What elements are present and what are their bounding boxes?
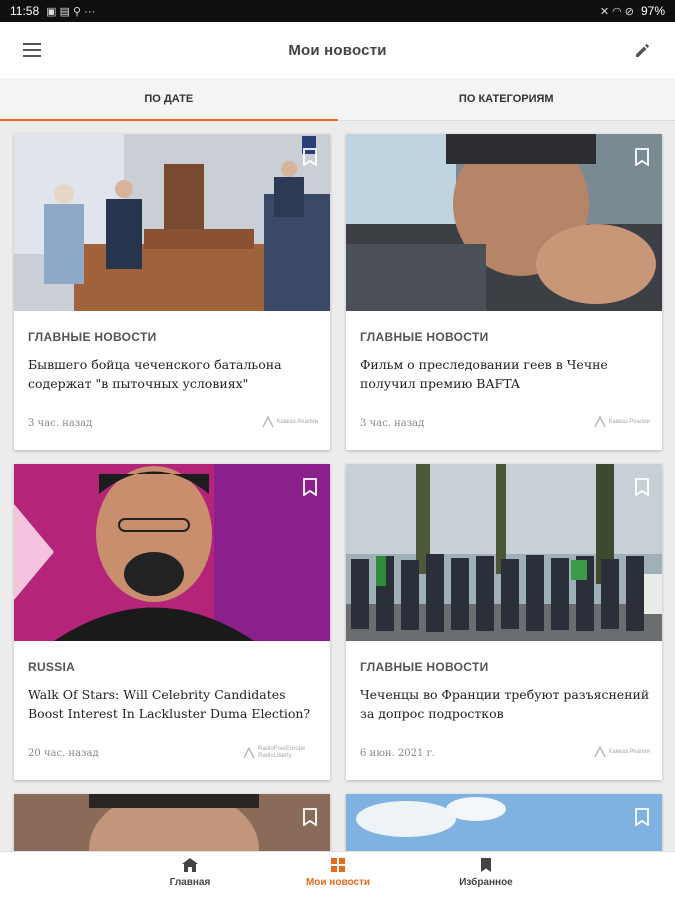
news-headline: Бывшего бойца чеченского батальона содер… — [28, 355, 318, 393]
nav-favorites[interactable]: Избранное — [431, 858, 541, 888]
bookmark-icon[interactable] — [302, 808, 318, 826]
source-logo-icon — [594, 416, 606, 428]
bottom-navigation: Главная Мои новости Избранное — [0, 851, 675, 901]
source-logo-icon — [262, 416, 274, 428]
tab-bar: ПО ДАТЕ ПО КАТЕГОРИЯМ — [0, 78, 675, 121]
source-logo: Кавказ.Реалии — [594, 746, 650, 758]
news-card[interactable]: ГЛАВНЫЕ НОВОСТИ Фильм о преследовании ге… — [346, 134, 662, 450]
grid-icon — [331, 858, 345, 872]
bookmark-icon — [480, 858, 492, 872]
bookmark-icon[interactable] — [302, 478, 318, 496]
bookmark-icon[interactable] — [634, 478, 650, 496]
news-card[interactable]: RUSSIA Walk Of Stars: Will Celebrity Can… — [14, 464, 330, 780]
source-logo: Кавказ.Реалии — [262, 416, 318, 428]
news-image — [14, 794, 330, 854]
nav-home[interactable]: Главная — [135, 858, 245, 888]
source-logo: RadioFreeEurope RadioLiberty — [243, 746, 318, 760]
news-headline: Чеченцы во Франции требуют разъяснений з… — [360, 685, 650, 723]
news-headline: Walk Of Stars: Will Celebrity Candidates… — [28, 685, 318, 723]
source-logo-icon — [594, 746, 606, 758]
news-time: 6 июн. 2021 г. — [360, 748, 435, 759]
edit-icon[interactable] — [631, 38, 655, 62]
news-category: ГЛАВНЫЕ НОВОСТИ — [360, 660, 489, 674]
bookmark-icon[interactable] — [634, 148, 650, 166]
tab-by-date[interactable]: ПО ДАТЕ — [0, 78, 338, 120]
news-image — [14, 134, 330, 311]
news-category: ГЛАВНЫЕ НОВОСТИ — [28, 330, 157, 344]
news-grid: ГЛАВНЫЕ НОВОСТИ Бывшего бойца чеченского… — [14, 134, 662, 854]
bookmark-icon[interactable] — [302, 148, 318, 166]
news-headline: Фильм о преследовании геев в Чечне получ… — [360, 355, 650, 393]
news-image — [346, 134, 662, 311]
home-icon — [182, 858, 198, 872]
news-time: 3 час. назад — [360, 418, 424, 429]
source-logo-icon — [243, 747, 255, 759]
app-bar: Мои новости — [0, 22, 675, 78]
news-card[interactable]: ГЛАВНЫЕ НОВОСТИ Бывшего бойца чеченского… — [14, 134, 330, 450]
menu-icon[interactable] — [20, 38, 44, 62]
news-image — [346, 794, 662, 854]
nav-my-news[interactable]: Мои новости — [283, 858, 393, 888]
news-card[interactable] — [346, 794, 662, 854]
notification-icons: ▣ ▤ ⚲ ··· — [46, 5, 95, 18]
status-bar: 11:58 ▣ ▤ ⚲ ··· ✕ ◠ ⊘ 97% — [0, 0, 675, 22]
news-time: 20 час. назад — [28, 748, 99, 759]
bookmark-icon[interactable] — [634, 808, 650, 826]
battery-level: 97% — [641, 4, 665, 18]
news-card[interactable]: ГЛАВНЫЕ НОВОСТИ Чеченцы во Франции требу… — [346, 464, 662, 780]
news-time: 3 час. назад — [28, 418, 92, 429]
news-category: ГЛАВНЫЕ НОВОСТИ — [360, 330, 489, 344]
status-time: 11:58 — [10, 4, 39, 18]
tab-by-category[interactable]: ПО КАТЕГОРИЯМ — [338, 78, 675, 120]
news-card[interactable] — [14, 794, 330, 854]
page-title: Мои новости — [288, 42, 386, 59]
news-image — [346, 464, 662, 641]
news-category: RUSSIA — [28, 660, 75, 674]
news-image — [14, 464, 330, 641]
source-logo: Кавказ.Реалии — [594, 416, 650, 428]
connectivity-icons: ✕ ◠ ⊘ — [600, 5, 634, 18]
